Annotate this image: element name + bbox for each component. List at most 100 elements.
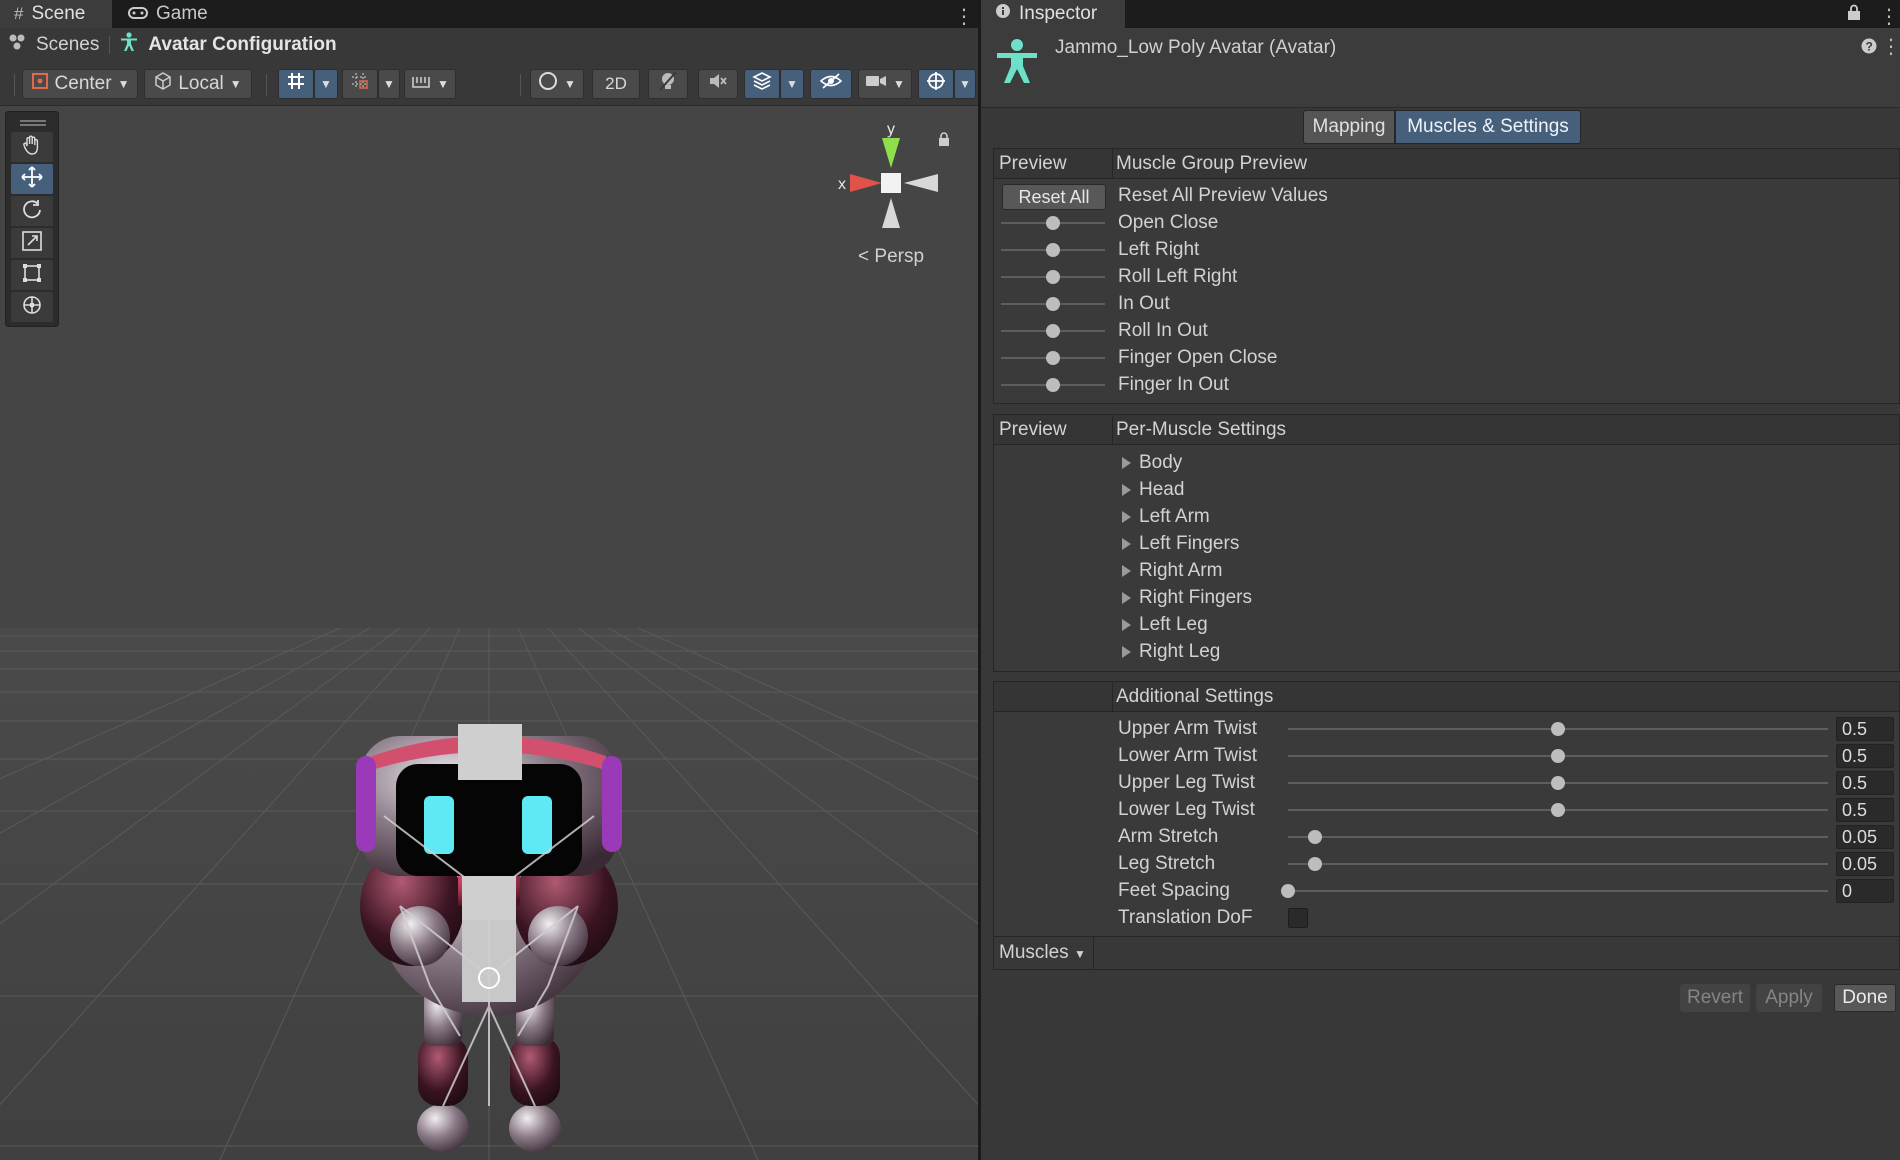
- slider-knob[interactable]: [1046, 216, 1060, 230]
- tab-scene[interactable]: # Scene: [0, 0, 112, 28]
- foldout-label: Body: [1139, 452, 1183, 473]
- projection-toggle[interactable]: < Persp: [858, 246, 924, 268]
- slider-knob[interactable]: [1046, 324, 1060, 338]
- ruler-dropdown[interactable]: ▼: [404, 69, 456, 99]
- hand-tool-button[interactable]: [11, 132, 53, 162]
- revert-button[interactable]: Revert: [1680, 984, 1750, 1012]
- setting-slider[interactable]: [1288, 803, 1828, 817]
- tab-mapping[interactable]: Mapping: [1303, 110, 1395, 144]
- setting-slider[interactable]: [1288, 749, 1828, 763]
- setting-row: Lower Arm Twist 0.5: [994, 743, 1899, 769]
- apply-button[interactable]: Apply: [1756, 984, 1822, 1012]
- slider-knob[interactable]: [1551, 803, 1565, 817]
- tab-game[interactable]: Game: [114, 0, 226, 28]
- setting-value-field[interactable]: 0.05: [1836, 825, 1894, 849]
- inspector-menu-icon[interactable]: ⋮: [1879, 4, 1899, 29]
- preview-slider[interactable]: [1001, 243, 1105, 257]
- setting-label: Arm Stretch: [1118, 826, 1219, 847]
- help-icon[interactable]: ?: [1861, 38, 1877, 59]
- slider-knob[interactable]: [1046, 351, 1060, 365]
- muscle-foldout[interactable]: Left Leg: [994, 612, 1899, 638]
- scale-tool-button[interactable]: [11, 228, 53, 258]
- rect-tool-button[interactable]: [11, 260, 53, 290]
- setting-slider[interactable]: [1288, 722, 1828, 736]
- space-dropdown[interactable]: Local ▼: [144, 69, 252, 99]
- slider-knob[interactable]: [1551, 776, 1565, 790]
- reset-label: Reset All Preview Values: [1118, 185, 1328, 206]
- gizmos-toggle[interactable]: [918, 69, 954, 99]
- lighting-toggle[interactable]: [648, 69, 688, 99]
- chevron-down-icon: ▼: [786, 77, 798, 91]
- tab-muscles-settings[interactable]: Muscles & Settings: [1395, 110, 1581, 144]
- setting-value-field[interactable]: 0.05: [1836, 852, 1894, 876]
- foldout-label: Left Arm: [1139, 506, 1210, 527]
- slider-knob[interactable]: [1308, 830, 1322, 844]
- muscle-foldout[interactable]: Left Fingers: [994, 531, 1899, 557]
- muscle-foldout[interactable]: Right Leg: [994, 639, 1899, 665]
- slider-knob[interactable]: [1046, 378, 1060, 392]
- breadcrumb-scenes[interactable]: Scenes: [36, 34, 99, 56]
- setting-value-field[interactable]: 0.5: [1836, 771, 1894, 795]
- reset-all-button[interactable]: Reset All: [1002, 184, 1106, 210]
- muscle-foldout[interactable]: Head: [994, 477, 1899, 503]
- muscles-dropdown[interactable]: Muscles ▼: [994, 937, 1094, 969]
- preview-slider[interactable]: [1001, 270, 1105, 284]
- setting-slider[interactable]: [1281, 884, 1828, 898]
- visibility-toggle[interactable]: [810, 69, 852, 99]
- transform-tool-button[interactable]: [11, 292, 53, 322]
- setting-value-field[interactable]: 0: [1836, 879, 1894, 903]
- drag-handle[interactable]: [20, 120, 46, 126]
- increment-snap-button[interactable]: [342, 69, 378, 99]
- scene-toolbar: Center ▼ Local ▼ ▼ ▼ ▼ ▼ 2D ▼ ▼ ▼: [0, 62, 978, 106]
- setting-value-field[interactable]: 0.5: [1836, 744, 1894, 768]
- preview-slider[interactable]: [1001, 324, 1105, 338]
- setting-slider[interactable]: [1288, 776, 1828, 790]
- slider-knob[interactable]: [1046, 243, 1060, 257]
- setting-slider[interactable]: [1288, 830, 1828, 844]
- muscle-foldout[interactable]: Left Arm: [994, 504, 1899, 530]
- preview-slider[interactable]: [1001, 351, 1105, 365]
- translation-dof-checkbox[interactable]: [1288, 908, 1308, 928]
- chevron-down-icon: ▼: [1073, 947, 1086, 961]
- setting-slider[interactable]: [1288, 857, 1828, 871]
- muscle-foldout[interactable]: Right Fingers: [994, 585, 1899, 611]
- tab-inspector[interactable]: Inspector: [981, 0, 1125, 28]
- slider-knob[interactable]: [1551, 749, 1565, 763]
- gizmos-dropdown[interactable]: ▼: [954, 69, 976, 99]
- lock-icon[interactable]: [1847, 4, 1861, 25]
- component-menu-icon[interactable]: ⋮: [1881, 34, 1900, 59]
- effects-dropdown[interactable]: ▼: [780, 69, 804, 99]
- grid-snap-button[interactable]: [278, 69, 314, 99]
- slider-knob[interactable]: [1046, 270, 1060, 284]
- camera-dropdown[interactable]: ▼: [858, 69, 912, 99]
- breadcrumb-current[interactable]: Avatar Configuration: [148, 34, 336, 56]
- rotate-tool-button[interactable]: [11, 196, 53, 226]
- triangle-right-icon: [1122, 592, 1131, 604]
- scenes-icon: [8, 33, 26, 57]
- slider-knob[interactable]: [1046, 297, 1060, 311]
- scene-menu-icon[interactable]: ⋮: [954, 4, 974, 29]
- slider-knob[interactable]: [1308, 857, 1322, 871]
- setting-value-field[interactable]: 0.5: [1836, 717, 1894, 741]
- effects-toggle[interactable]: [744, 69, 780, 99]
- muscle-foldout[interactable]: Right Arm: [994, 558, 1899, 584]
- toggle-2d-button[interactable]: 2D: [592, 69, 640, 99]
- setting-row: Feet Spacing 0: [994, 878, 1899, 904]
- muscle-group-label: Finger Open Close: [1118, 347, 1278, 368]
- shading-mode-dropdown[interactable]: ▼: [530, 69, 584, 99]
- preview-slider[interactable]: [1001, 297, 1105, 311]
- lock-icon[interactable]: [938, 130, 950, 151]
- slider-knob[interactable]: [1281, 884, 1295, 898]
- muscle-group-row: Roll Left Right: [994, 264, 1899, 290]
- preview-slider[interactable]: [1001, 216, 1105, 230]
- done-button[interactable]: Done: [1834, 984, 1896, 1012]
- grid-snap-dropdown[interactable]: ▼: [314, 69, 338, 99]
- audio-toggle[interactable]: [698, 69, 738, 99]
- pivot-dropdown[interactable]: Center ▼: [22, 69, 138, 99]
- muscle-foldout[interactable]: Body: [994, 450, 1899, 476]
- move-tool-button[interactable]: [11, 164, 53, 194]
- preview-slider[interactable]: [1001, 378, 1105, 392]
- slider-knob[interactable]: [1551, 722, 1565, 736]
- setting-value-field[interactable]: 0.5: [1836, 798, 1894, 822]
- increment-snap-dropdown[interactable]: ▼: [378, 69, 400, 99]
